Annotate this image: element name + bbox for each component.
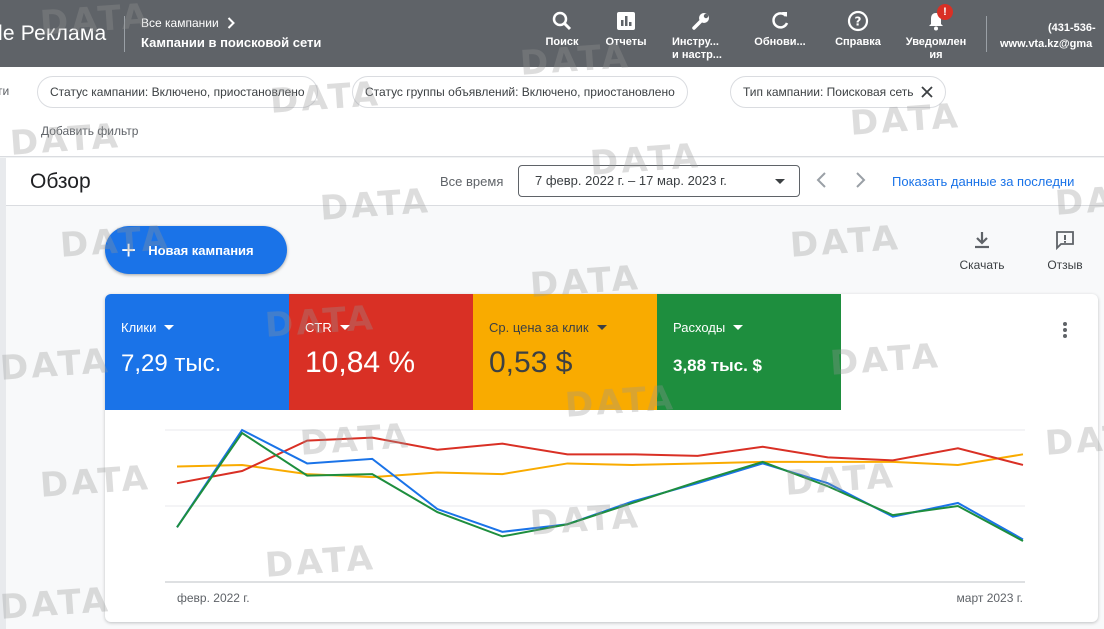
feedback-label: Отзыв — [1047, 258, 1083, 272]
breadcrumb-parent[interactable]: Все кампании — [141, 16, 235, 30]
help-icon: ? — [847, 10, 869, 32]
series-line-0 — [176, 428, 1024, 541]
metric-label[interactable]: Расходы — [673, 320, 744, 335]
dropdown-caret-icon — [164, 325, 175, 330]
metric-value: 7,29 тыс. — [121, 350, 222, 377]
account-id: (431-536- — [1048, 22, 1096, 34]
download-label: Скачать — [959, 258, 1005, 272]
filter-chip-adgroup-status[interactable]: Статус группы объявлений: Включено, прио… — [352, 76, 688, 108]
top-bar: le Реклама Все кампании Кампании в поиск… — [0, 0, 1104, 67]
account-info[interactable]: (431-536- www.vta.kz@gma — [1000, 20, 1104, 52]
chevron-right-icon[interactable] — [850, 170, 870, 190]
series-line-1 — [176, 436, 1024, 485]
date-range-label: Все время — [440, 174, 504, 189]
metric-label-text: Расходы — [673, 320, 726, 335]
tool-label: Справка — [835, 36, 881, 48]
metric-cost[interactable]: Расходы 3,88 тыс. $ — [657, 294, 841, 410]
series-line-3 — [176, 431, 1024, 542]
breadcrumb-current[interactable]: Кампании в поисковой сети — [141, 35, 321, 50]
download-icon — [975, 232, 989, 249]
page-title: Обзор — [30, 170, 91, 193]
tool-refresh[interactable]: Обнови... — [748, 10, 812, 49]
metric-value: 0,53 $ — [489, 346, 573, 379]
chevron-right-icon — [227, 17, 235, 29]
tool-notifications[interactable]: ! Уведомлен ия — [900, 4, 972, 62]
tool-label-2: и настр... — [672, 49, 722, 61]
overview-header: Обзор Все время 7 февр. 2022 г. – 17 мар… — [6, 158, 1104, 206]
plus-icon: + — [121, 235, 137, 265]
filter-chip-campaign-type[interactable]: Тип кампании: Поисковая сеть — [730, 76, 947, 108]
x-tick-label-end: март 2023 г. — [957, 591, 1023, 605]
performance-card: Клики 7,29 тыс. CTR 10,84 % Ср. цена за … — [105, 294, 1098, 622]
feedback-button[interactable]: Отзыв — [1040, 230, 1090, 272]
dropdown-caret-icon — [733, 325, 744, 330]
tool-settings[interactable]: Инстру... и настр... — [666, 10, 730, 62]
notification-badge: ! — [937, 4, 953, 20]
new-campaign-button[interactable]: + Новая кампания — [105, 226, 287, 274]
metric-label[interactable]: CTR — [305, 320, 350, 335]
metric-label-text: Ср. цена за клик — [489, 320, 589, 335]
add-filter-link[interactable]: Добавить фильтр — [41, 124, 138, 138]
dropdown-caret-icon — [339, 325, 350, 330]
breadcrumb-parent-label[interactable]: Все кампании — [141, 16, 219, 30]
metric-label[interactable]: Ср. цена за клик — [489, 320, 607, 335]
tool-label: Обнови... — [754, 36, 806, 48]
chip-label: Тип кампании: Поисковая сеть — [743, 85, 914, 99]
metric-clicks[interactable]: Клики 7,29 тыс. — [105, 294, 289, 410]
tool-label: Уведомлен — [905, 36, 967, 48]
svg-text:?: ? — [855, 15, 862, 29]
filter-label-cut: ти — [0, 84, 10, 98]
refresh-icon — [772, 12, 789, 29]
tool-search[interactable]: Поиск — [540, 10, 584, 49]
download-button[interactable]: Скачать — [952, 230, 1012, 272]
metric-label-text: CTR — [305, 320, 332, 335]
divider — [124, 16, 125, 52]
reports-icon — [617, 12, 635, 30]
metric-ctr[interactable]: CTR 10,84 % — [289, 294, 473, 410]
dropdown-caret-icon — [775, 179, 785, 184]
tool-label: Отчеты — [605, 36, 647, 48]
date-range-value: 7 февр. 2022 г. – 17 мар. 2023 г. — [535, 173, 727, 188]
divider — [986, 16, 987, 52]
x-tick-label-start: февр. 2022 г. — [177, 591, 250, 605]
tool-label: Поиск — [545, 36, 579, 48]
chip-label: Статус группы объявлений: Включено, прио… — [365, 85, 675, 99]
chevron-left-icon[interactable] — [812, 170, 832, 190]
new-campaign-label: Новая кампания — [148, 242, 254, 258]
date-range-select[interactable]: 7 февр. 2022 г. – 17 мар. 2023 г. — [518, 165, 800, 197]
metric-label-text: Клики — [121, 320, 157, 335]
metric-avg-cpc[interactable]: Ср. цена за клик 0,53 $ — [473, 294, 657, 410]
chip-label: Статус кампании: Включено, приостановлен… — [50, 85, 305, 99]
tool-reports[interactable]: Отчеты — [600, 10, 652, 49]
product-name[interactable]: le Реклама — [0, 22, 106, 46]
dropdown-caret-icon — [596, 325, 607, 330]
account-email: www.vta.kz@gma — [1000, 38, 1093, 50]
metric-value: 3,88 тыс. $ — [673, 356, 763, 375]
performance-chart: февр. 2022 г. март 2023 г. — [165, 428, 1025, 605]
filter-chip-campaign-status[interactable]: Статус кампании: Включено, приостановлен… — [37, 76, 318, 108]
more-options-icon[interactable] — [1055, 320, 1075, 342]
tool-help[interactable]: ? Справка — [828, 10, 888, 49]
wrench-icon — [692, 13, 709, 30]
tool-label-2: ия — [929, 49, 943, 61]
metric-label[interactable]: Клики — [121, 320, 175, 335]
filter-bar: ти Статус кампании: Включено, приостанов… — [0, 67, 1104, 157]
search-icon — [552, 11, 572, 31]
close-icon[interactable] — [921, 86, 934, 98]
feedback-icon — [1056, 231, 1074, 250]
show-data-link[interactable]: Показать данные за последни — [892, 174, 1074, 189]
metric-value: 10,84 % — [305, 346, 416, 379]
tool-label: Инстру... — [672, 36, 719, 48]
